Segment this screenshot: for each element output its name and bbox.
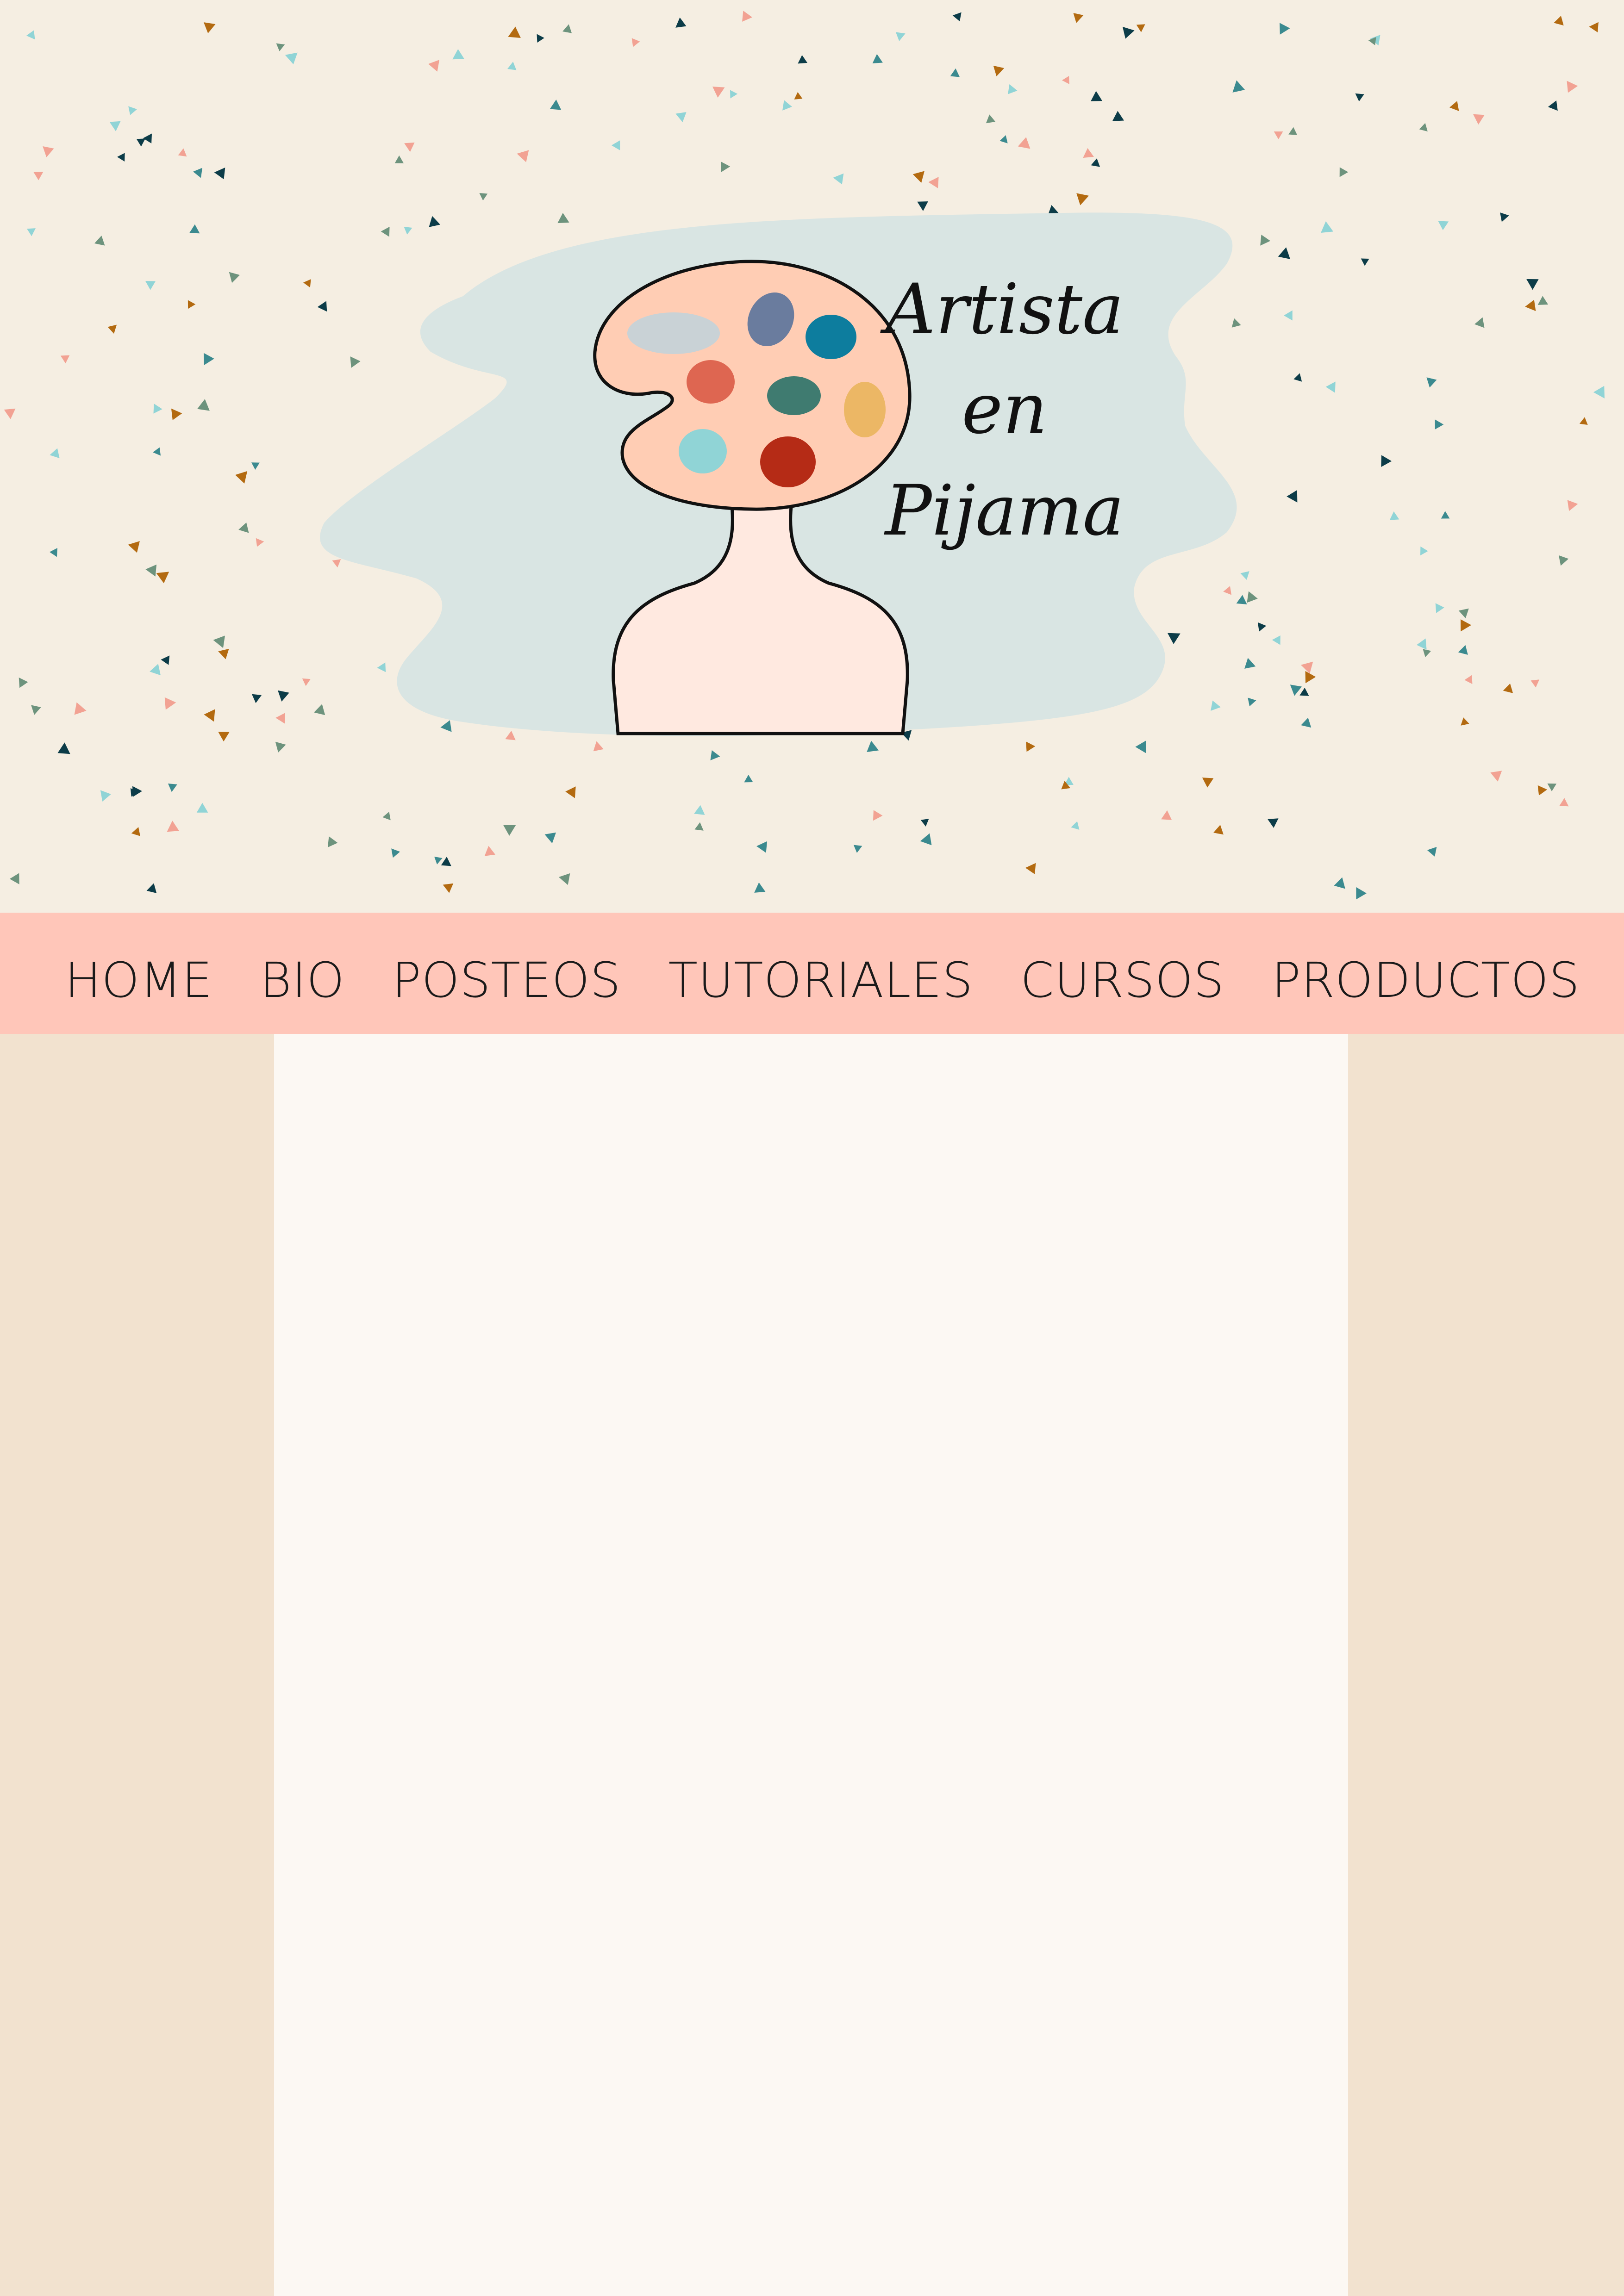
paint-blob-icon [760, 436, 816, 487]
nav-productos-link[interactable]: PRODUCTOS [1272, 952, 1580, 1008]
paint-blob-icon [767, 376, 821, 415]
paint-blob-icon [844, 382, 886, 437]
nav-tutoriales-link[interactable]: TUTORIALES [668, 952, 973, 1008]
logo-line-1: Artista [880, 269, 1124, 350]
nav-posteos-link[interactable]: POSTEOS [392, 952, 621, 1008]
paint-blob-icon [687, 360, 735, 404]
nav-cursos-link[interactable]: CURSOS [1020, 952, 1224, 1008]
paint-blob-icon [679, 429, 727, 473]
paint-blob-icon [806, 315, 856, 359]
logo-line-3: Pijama [884, 471, 1124, 551]
site-logo[interactable]: Artista en Pijama [0, 0, 1624, 913]
main-content-panel [274, 1034, 1348, 2296]
nav-bio-link[interactable]: BIO [260, 952, 345, 1008]
nav-home-link[interactable]: HOME [65, 952, 213, 1008]
right-side-column [1348, 1034, 1624, 2296]
header-banner: Artista en Pijama [0, 0, 1624, 913]
main-navigation: HOME BIO POSTEOS TUTORIALES CURSOS PRODU… [0, 913, 1624, 1034]
paint-blob-icon [627, 312, 720, 354]
left-side-column [0, 1034, 274, 2296]
logo-line-2: en [962, 369, 1047, 449]
